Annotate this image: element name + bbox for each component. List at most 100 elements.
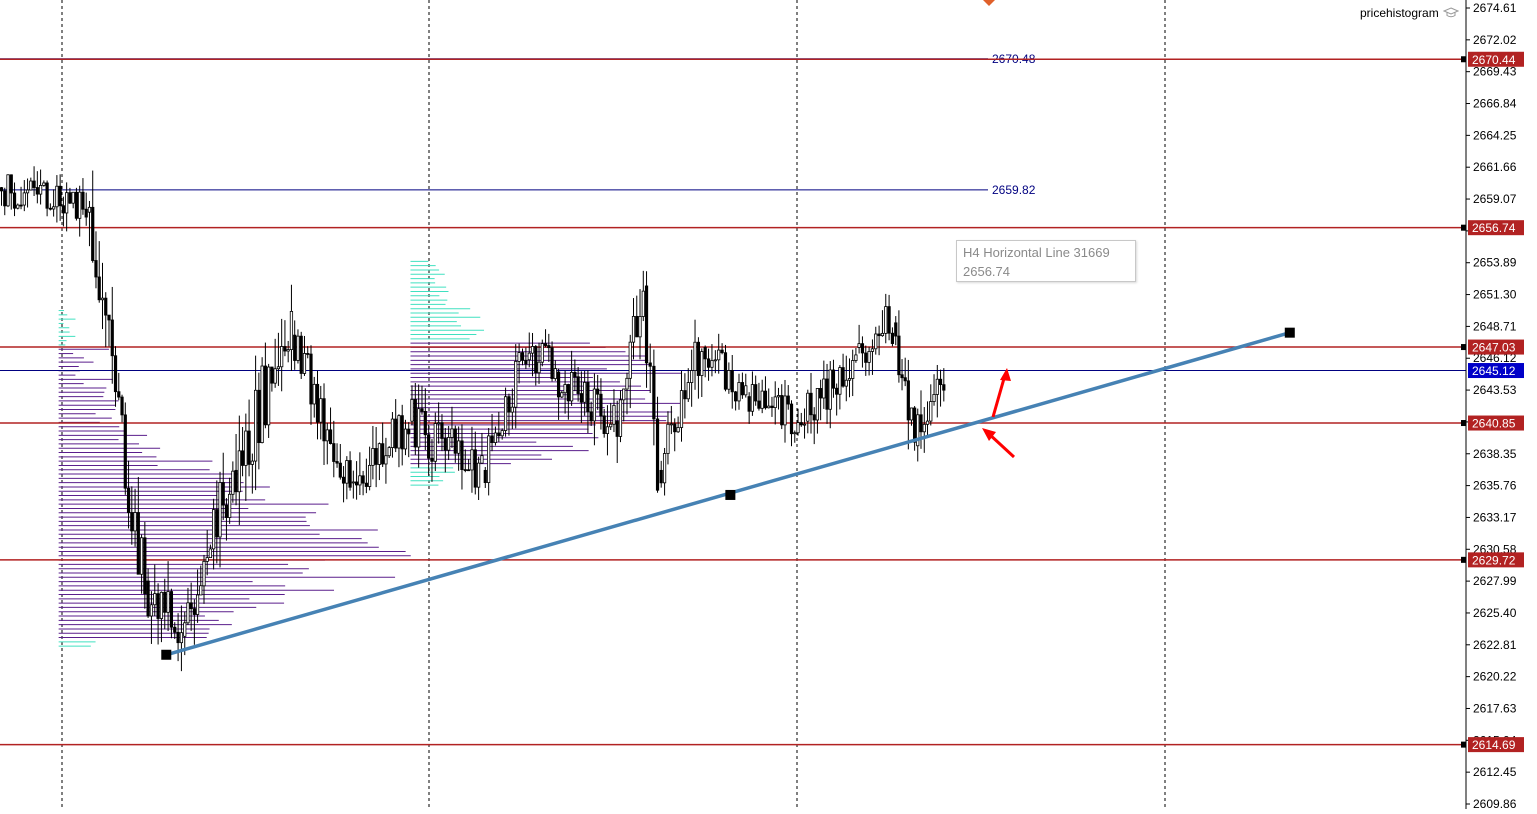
candle-body: [835, 387, 839, 395]
candle-body: [592, 388, 597, 422]
candle-body: [750, 384, 755, 412]
price-axis-label: 2672.02: [1473, 33, 1517, 47]
candle-body: [0, 187, 4, 192]
candle-body: [179, 632, 184, 644]
candle-body: [703, 347, 707, 360]
candle-body: [407, 428, 411, 435]
candle-body: [822, 378, 826, 399]
candle-body: [870, 348, 875, 352]
candle-body: [68, 192, 72, 204]
candle-body: [427, 434, 431, 459]
indicator-label: pricehistogram: [1360, 6, 1459, 20]
candle-body: [328, 429, 333, 444]
level-handle[interactable]: [1461, 344, 1466, 351]
candle-body: [537, 361, 541, 374]
candle-body: [364, 482, 368, 487]
candle-body: [497, 432, 501, 437]
price-chart[interactable]: 2670.482659.822674.612672.022669.432666.…: [0, 0, 1537, 811]
trendline-anchor-handle[interactable]: [161, 649, 172, 660]
candle-body: [29, 180, 33, 191]
candle-body: [819, 388, 823, 399]
trendline-anchor-handle[interactable]: [725, 489, 736, 500]
candle-body: [276, 366, 281, 370]
candle-body: [361, 475, 365, 484]
level-price-text: 2614.69: [1472, 738, 1516, 752]
candle-body: [737, 382, 741, 402]
candle-body: [247, 430, 251, 465]
candle-body: [540, 343, 544, 363]
candle-body: [754, 384, 758, 402]
level-handle[interactable]: [1461, 420, 1466, 427]
candle-body: [700, 351, 704, 376]
level-handle[interactable]: [1461, 556, 1466, 563]
candle-body: [480, 455, 484, 464]
arrow-up-head: [1000, 368, 1011, 381]
candle-body: [84, 208, 88, 218]
candle-body: [283, 346, 287, 352]
candle-body: [566, 384, 570, 402]
price-axis-label: 2643.53: [1473, 383, 1517, 397]
candle-body: [166, 591, 170, 613]
candle-body: [100, 297, 105, 301]
candle-body: [22, 192, 26, 206]
candle-body: [573, 371, 577, 378]
candle-body: [453, 428, 457, 454]
candle-body: [586, 381, 590, 413]
candle-body: [293, 334, 297, 361]
candle-body: [433, 423, 437, 462]
candle-body: [831, 369, 836, 389]
candle-body: [844, 379, 848, 387]
chart-area[interactable]: 2670.48 2659.82 2674.61 2672.02 2669.43 2666.…: [0, 0, 1537, 811]
candle-body: [638, 316, 642, 338]
candle-body: [120, 396, 124, 416]
candle-body: [612, 404, 616, 425]
trendline-anchor-handle[interactable]: [1284, 327, 1295, 338]
candle-body: [381, 443, 385, 465]
candle-body: [149, 604, 154, 617]
candle-body: [234, 469, 238, 493]
candle-body: [309, 353, 313, 405]
candle-body: [325, 429, 329, 442]
candle-body: [877, 333, 881, 337]
candle-body: [520, 352, 525, 361]
candle-body: [289, 311, 294, 350]
level-handle[interactable]: [1461, 741, 1466, 748]
candle-body: [514, 360, 518, 408]
candle-body: [666, 423, 670, 454]
candle-body: [720, 349, 724, 354]
candle-body: [48, 207, 52, 210]
candle-body: [237, 450, 241, 493]
candle-body: [25, 189, 30, 194]
candle-body: [218, 482, 222, 538]
level-price-text: 2647.03: [1472, 341, 1516, 355]
candle-body: [250, 460, 254, 465]
candle-body: [107, 314, 111, 321]
candle-body: [463, 469, 467, 471]
candle-body: [897, 335, 901, 376]
candle-body: [358, 475, 362, 486]
candle-body: [744, 385, 748, 396]
level-handle[interactable]: [1461, 224, 1466, 231]
candle-body: [173, 626, 177, 633]
candle-body: [615, 420, 619, 437]
price-axis-label: 2674.61: [1473, 1, 1517, 15]
candle-body: [828, 369, 832, 410]
candle-body: [348, 460, 352, 488]
candle-body: [838, 367, 842, 395]
candle-body: [176, 631, 180, 644]
candle-body: [312, 383, 316, 405]
candle-body: [254, 389, 258, 462]
candle-body: [648, 362, 652, 367]
candle-body: [3, 190, 7, 207]
candle-body: [589, 411, 593, 422]
candle-body: [696, 341, 701, 376]
price-axis-label: 2612.45: [1473, 765, 1517, 779]
candle-body: [32, 180, 36, 188]
price-axis-label: 2625.40: [1473, 606, 1517, 620]
candle-body: [713, 359, 717, 362]
candle-body: [457, 440, 461, 454]
candle-body: [857, 343, 861, 348]
level-handle[interactable]: [1461, 56, 1466, 63]
candle-body: [55, 185, 59, 208]
price-axis-label: 2669.43: [1473, 65, 1517, 79]
